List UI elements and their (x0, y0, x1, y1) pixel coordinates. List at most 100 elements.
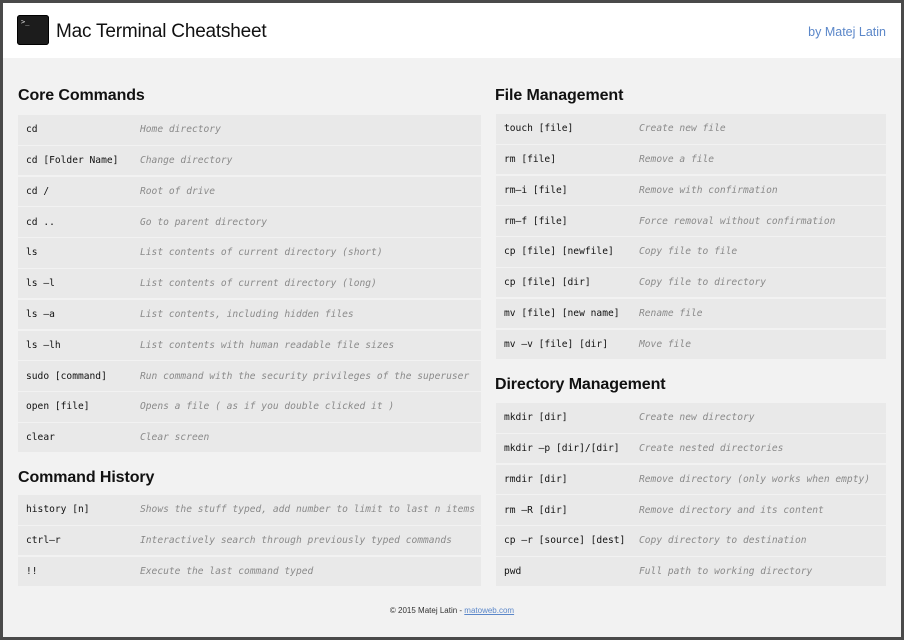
table-row: history [n] Shows the stuff typed, add nu… (18, 495, 481, 525)
table-row: cp –r [source] [dest] Copy directory to d… (496, 526, 886, 556)
command-text: cd [Folder Name] (26, 155, 119, 167)
command-text: cd / (26, 185, 50, 197)
command-description: Remove with confirmation (639, 184, 778, 196)
command-text: ls –a (26, 309, 55, 321)
command-description: Full path to working directory (639, 566, 813, 578)
table-row: clear Clear screen (18, 422, 481, 453)
command-description: Go to parent directory (140, 216, 268, 228)
table-row: ls –a List contents, including hidden fil… (18, 299, 481, 330)
command-text: cd (26, 124, 38, 136)
command-description: Move file (639, 338, 691, 350)
command-description: Home directory (140, 124, 221, 136)
table-row: mkdir [dir] Create new directory (496, 403, 886, 433)
core-commands-table: cd Home directory cd [Folder Name] Change d… (18, 115, 481, 454)
table-row: rm [file] Remove a file (496, 144, 886, 175)
table-row: open [file] Opens a file ( as if you doub… (18, 392, 481, 422)
command-text: touch [file] (504, 123, 574, 135)
directory-management-table: mkdir [dir] Create new directory mkdir –p … (496, 403, 886, 588)
command-description: List contents with human readable file s… (140, 339, 395, 351)
table-row: sudo [command] Run command with the secur… (18, 361, 481, 391)
table-row: cp [file] [newfile] Copy file to file (496, 237, 886, 267)
command-description: Create nested directories (639, 443, 784, 455)
page-header: >_ Mac Terminal Cheatsheet by Matej Lati… (3, 3, 901, 58)
command-description: Root of drive (140, 185, 216, 197)
command-description: Create new directory (639, 412, 755, 424)
command-text: !! (26, 565, 38, 577)
page-title: Mac Terminal Cheatsheet (56, 21, 267, 42)
command-text: ls –l (26, 278, 55, 290)
table-row: cp [file] [dir] Copy file to directory (496, 267, 886, 298)
command-text: history [n] (26, 504, 90, 516)
table-row: cd [Folder Name] Change directory (18, 145, 481, 176)
section-title-core-commands: Core Commands (18, 87, 145, 104)
command-description: Rename file (639, 308, 703, 320)
table-row: rm –R [dir] Remove directory and its cont… (496, 495, 886, 525)
author-link[interactable]: by Matej Latin (808, 25, 886, 39)
command-description: Copy file to directory (639, 277, 767, 289)
command-text: cp –r [source] [dest] (504, 535, 626, 547)
copyright-text: © 2015 Matej Latin - (389, 606, 465, 615)
command-description: Shows the stuff typed, add number to lim… (140, 504, 476, 516)
command-description: List contents of current directory (shor… (140, 247, 383, 259)
page-footer: © 2015 Matej Latin - matoweb.com (3, 606, 901, 615)
command-text: open [file] (26, 401, 90, 413)
section-title-command-history: Command History (18, 469, 155, 486)
command-description: Remove a file (639, 154, 715, 166)
command-description: Interactively search through previously … (140, 535, 452, 547)
table-row: ls –l List contents of current directory … (18, 268, 481, 299)
command-text: rm –R [dir] (504, 504, 568, 516)
table-row: rm–i [file] Remove with confirmation (496, 175, 886, 206)
command-history-table: history [n] Shows the stuff typed, add nu… (18, 495, 481, 587)
footer-link[interactable]: matoweb.com (464, 606, 514, 615)
command-text: mkdir [dir] (504, 412, 568, 424)
command-text: ls –lh (26, 339, 61, 351)
command-text: mkdir –p [dir]/[dir] (504, 443, 620, 455)
command-description: Create new file (639, 123, 726, 135)
table-row: ctrl–r Interactively search through previ… (18, 525, 481, 556)
table-row: cd .. Go to parent directory (18, 207, 481, 237)
command-description: Remove directory and its content (639, 504, 824, 516)
cheatsheet-page: >_ Mac Terminal Cheatsheet by Matej Lati… (3, 3, 901, 637)
command-description: List contents of current directory (long… (140, 278, 377, 290)
command-text: cd .. (26, 216, 55, 228)
command-description: Change directory (140, 155, 233, 167)
section-title-file-management: File Management (495, 87, 624, 104)
table-row: ls –lh List contents with human readable … (18, 330, 481, 361)
table-row: !! Execute the last command typed (18, 556, 481, 587)
table-row: rm–f [file] Force removal without confirm… (496, 206, 886, 236)
command-description: Copy file to file (639, 246, 738, 258)
command-text: sudo [command] (26, 370, 107, 382)
section-title-directory-management: Directory Management (495, 376, 666, 393)
command-text: ctrl–r (26, 535, 61, 547)
command-description: Force removal without confirmation (639, 215, 836, 227)
command-text: cp [file] [newfile] (504, 246, 614, 258)
table-row: pwd Full path to working directory (496, 556, 886, 587)
table-row: mkdir –p [dir]/[dir] Create nested direct… (496, 433, 886, 464)
table-row: cd Home directory (18, 115, 481, 145)
table-row: mv [file] [new name] Rename file (496, 298, 886, 329)
command-text: rm–f [file] (504, 215, 568, 227)
command-text: rm [file] (504, 154, 556, 166)
table-row: rmdir [dir] Remove directory (only works … (496, 464, 886, 495)
command-description: Opens a file ( as if you double clicked … (140, 401, 395, 413)
table-row: touch [file] Create new file (496, 114, 886, 144)
command-description: Remove directory (only works when empty) (639, 473, 871, 485)
command-text: rm–i [file] (504, 184, 568, 196)
command-text: mv –v [file] [dir] (504, 338, 608, 350)
table-row: mv –v [file] [dir] Move file (496, 329, 886, 360)
command-text: cp [file] [dir] (504, 277, 591, 289)
terminal-icon-glyph: >_ (21, 18, 30, 26)
command-description: Run command with the security privileges… (140, 370, 470, 382)
command-description: List contents, including hidden files (140, 309, 354, 321)
command-text: clear (26, 432, 55, 444)
command-text: ls (26, 247, 38, 259)
file-management-table: touch [file] Create new file rm [file] Remo… (496, 114, 886, 360)
command-description: Clear screen (140, 432, 210, 444)
table-row: ls List contents of current directory (sh… (18, 238, 481, 268)
table-row: cd / Root of drive (18, 176, 481, 207)
command-description: Execute the last command typed (140, 565, 314, 577)
command-text: pwd (504, 566, 522, 578)
command-text: rmdir [dir] (504, 473, 568, 485)
terminal-icon: >_ (17, 15, 49, 45)
command-description: Copy directory to destination (639, 535, 807, 547)
